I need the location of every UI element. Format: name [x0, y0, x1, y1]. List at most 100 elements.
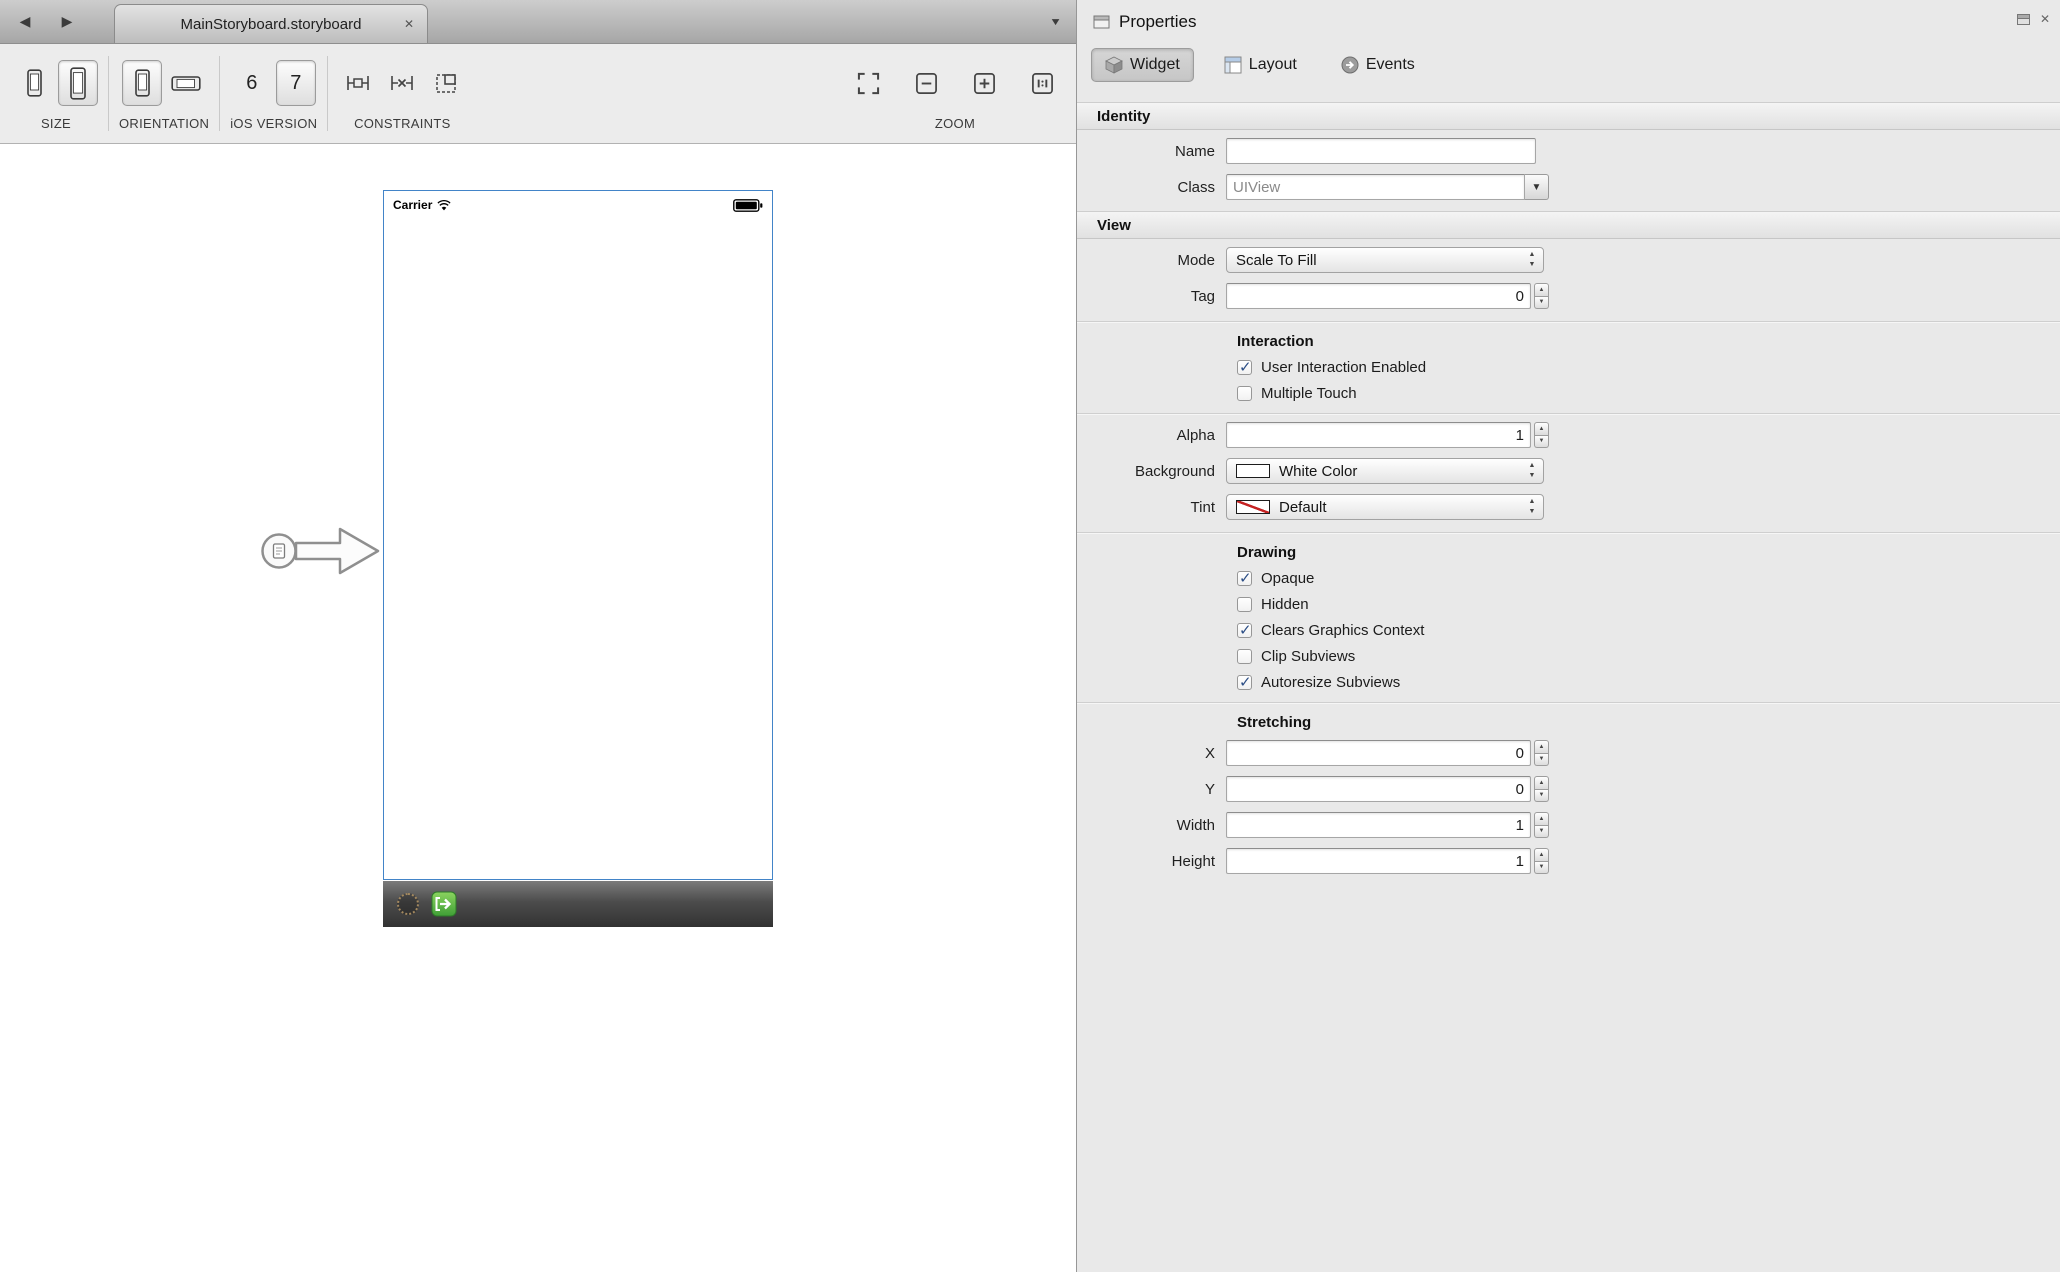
class-combo[interactable]: [1226, 174, 1549, 200]
carrier-label: Carrier: [393, 198, 432, 212]
width-constraint-icon: [345, 70, 371, 96]
name-label: Name: [1077, 143, 1226, 160]
multiple-touch-checkbox[interactable]: [1237, 386, 1252, 401]
stepper-down-icon[interactable]: [1534, 436, 1549, 449]
panel-window-controls: [2017, 14, 2050, 25]
back-arrow-button[interactable]: [8, 7, 42, 37]
events-icon: [1341, 56, 1359, 74]
tag-input[interactable]: [1226, 283, 1531, 309]
background-row: Background White Color: [1077, 453, 2060, 489]
background-popup[interactable]: White Color: [1226, 458, 1544, 484]
forward-arrow-button[interactable]: [50, 7, 84, 37]
document-tab-bar: MainStoryboard.storyboard: [0, 0, 1076, 44]
autoresize-subviews-row[interactable]: Autoresize Subviews: [1077, 669, 2060, 695]
zoom-fit-icon: [857, 72, 880, 95]
clip-subviews-checkbox[interactable]: [1237, 649, 1252, 664]
zoom-actual-size-button[interactable]: [1022, 60, 1062, 106]
alpha-stepper[interactable]: [1534, 422, 1549, 448]
clears-graphics-checkbox[interactable]: [1237, 623, 1252, 638]
stepper-up-icon[interactable]: [1534, 740, 1549, 754]
hidden-row[interactable]: Hidden: [1077, 591, 2060, 617]
orientation-landscape-button[interactable]: [166, 60, 206, 106]
group-divider: [1077, 532, 2060, 533]
opaque-label: Opaque: [1261, 570, 1314, 587]
tag-stepper[interactable]: [1534, 283, 1549, 309]
stepper-up-icon[interactable]: [1534, 812, 1549, 826]
class-dropdown-icon[interactable]: [1525, 174, 1549, 200]
layout-icon: [1224, 56, 1242, 74]
stretch-width-input[interactable]: [1226, 812, 1531, 838]
ios7-version-button[interactable]: 7: [276, 60, 316, 106]
stepper-down-icon[interactable]: [1534, 826, 1549, 839]
stretch-x-row: X: [1077, 735, 2060, 771]
stretch-height-stepper[interactable]: [1534, 848, 1549, 874]
stretch-y-row: Y: [1077, 771, 2060, 807]
stepper-down-icon[interactable]: [1534, 790, 1549, 803]
zoom-in-button[interactable]: [964, 60, 1004, 106]
size-group-label: SIZE: [41, 116, 71, 131]
clip-subviews-row[interactable]: Clip Subviews: [1077, 643, 2060, 669]
tint-label: Tint: [1077, 499, 1226, 516]
zoom-group-label: ZOOM: [935, 116, 975, 131]
tab-layout[interactable]: Layout: [1210, 48, 1311, 82]
mode-popup[interactable]: Scale To Fill: [1226, 247, 1544, 273]
stretch-y-stepper[interactable]: [1534, 776, 1549, 802]
stretch-x-stepper[interactable]: [1534, 740, 1549, 766]
alpha-input[interactable]: [1226, 422, 1531, 448]
zoom-out-button[interactable]: [906, 60, 946, 106]
stepper-up-icon[interactable]: [1534, 283, 1549, 297]
tab-widget[interactable]: Widget: [1091, 48, 1194, 82]
dock-panel-icon[interactable]: [2017, 14, 2030, 25]
name-input[interactable]: [1226, 138, 1536, 164]
clip-subviews-label: Clip Subviews: [1261, 648, 1355, 665]
stretch-x-input[interactable]: [1226, 740, 1531, 766]
zoom-out-icon: [915, 72, 938, 95]
tab-events[interactable]: Events: [1327, 48, 1429, 82]
clears-graphics-row[interactable]: Clears Graphics Context: [1077, 617, 2060, 643]
toolbar-group-constraints: CONSTRAINTS: [330, 44, 474, 143]
ios-version-group-label: iOS VERSION: [230, 116, 317, 131]
tab-layout-label: Layout: [1249, 56, 1297, 74]
orientation-portrait-button[interactable]: [122, 60, 162, 106]
drawing-heading: Drawing: [1077, 540, 2060, 565]
properties-tab-strip: Widget Layout Events: [1077, 44, 2060, 92]
tab-close-icon[interactable]: [401, 16, 417, 32]
size-phone35-button[interactable]: [14, 60, 54, 106]
stepper-up-icon[interactable]: [1534, 422, 1549, 436]
tint-popup[interactable]: Default: [1226, 494, 1544, 520]
add-constraint-button[interactable]: [338, 60, 378, 106]
stepper-down-icon[interactable]: [1534, 754, 1549, 767]
remove-constraint-button[interactable]: [382, 60, 422, 106]
frame-constraint-button[interactable]: [426, 60, 466, 106]
close-panel-icon[interactable]: [2040, 14, 2050, 25]
ios6-version-button[interactable]: 6: [232, 60, 272, 106]
stepper-up-icon[interactable]: [1534, 776, 1549, 790]
hidden-checkbox[interactable]: [1237, 597, 1252, 612]
document-tab[interactable]: MainStoryboard.storyboard: [114, 4, 428, 43]
stretch-y-input[interactable]: [1226, 776, 1531, 802]
view-controller-screen[interactable]: Carrier: [383, 190, 773, 880]
first-responder-icon[interactable]: [397, 893, 419, 915]
stretch-x-label: X: [1077, 745, 1226, 762]
popup-arrows-icon: [1526, 250, 1538, 270]
size-phone4-button[interactable]: [58, 60, 98, 106]
stepper-down-icon[interactable]: [1534, 862, 1549, 875]
toolbar-group-ios-version: 6 7 iOS VERSION: [222, 44, 325, 143]
stretch-height-input[interactable]: [1226, 848, 1531, 874]
stretch-width-stepper[interactable]: [1534, 812, 1549, 838]
multiple-touch-row[interactable]: Multiple Touch: [1077, 380, 2060, 406]
initial-view-controller-arrow[interactable]: [250, 517, 382, 585]
stretch-height-row: Height: [1077, 843, 2060, 879]
class-input[interactable]: [1226, 174, 1525, 200]
opaque-checkbox[interactable]: [1237, 571, 1252, 586]
opaque-row[interactable]: Opaque: [1077, 565, 2060, 591]
stepper-down-icon[interactable]: [1534, 297, 1549, 310]
autoresize-subviews-checkbox[interactable]: [1237, 675, 1252, 690]
user-interaction-row[interactable]: User Interaction Enabled: [1077, 354, 2060, 380]
exit-segue-icon[interactable]: [431, 891, 457, 917]
user-interaction-checkbox[interactable]: [1237, 360, 1252, 375]
zoom-fit-button[interactable]: [848, 60, 888, 106]
stepper-up-icon[interactable]: [1534, 848, 1549, 862]
tab-list-chevron-icon[interactable]: [1049, 14, 1062, 29]
storyboard-canvas[interactable]: Carrier: [0, 145, 1076, 1272]
